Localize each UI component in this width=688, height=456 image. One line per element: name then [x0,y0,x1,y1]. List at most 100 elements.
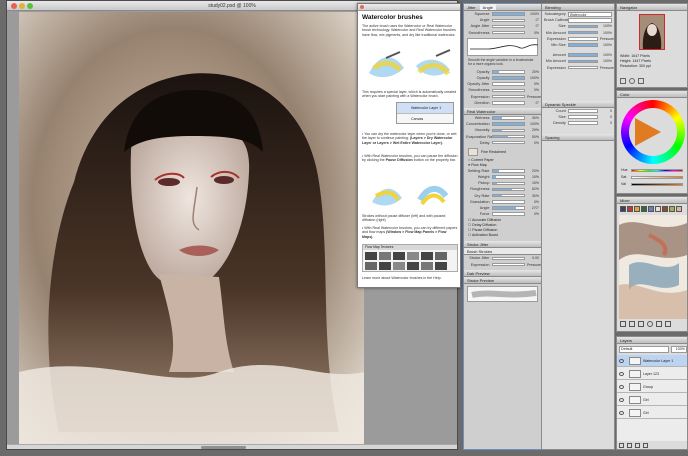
tab-brush-strokes[interactable]: Brush Strokes [464,248,541,256]
slider-value[interactable]: 50% [527,135,541,139]
slider[interactable] [491,76,525,80]
slider[interactable] [567,121,598,125]
tab-mixer[interactable]: Mixer [617,197,687,204]
grid-icon[interactable] [638,78,644,84]
slider-value[interactable]: 100% [600,59,614,63]
slider-value[interactable]: 0% [527,88,541,92]
slider-value[interactable]: Pressure [600,66,614,70]
mixer-swatch[interactable] [655,206,661,212]
mixer-pad[interactable] [619,215,687,319]
slider[interactable] [491,256,525,261]
value-slider[interactable] [631,182,683,187]
slider-value[interactable]: 100% [527,12,541,16]
mixer-swatch[interactable] [620,206,626,212]
slider-value[interactable]: 100% [527,122,541,126]
slider[interactable] [491,101,525,105]
mixer-swatch[interactable] [676,206,682,212]
slider-value[interactable]: 100% [600,53,614,57]
slider-value[interactable]: 0 [600,109,614,113]
diffusion-checkbox[interactable]: ☐ Activation Boost [468,233,537,238]
slider[interactable] [491,212,525,216]
dirty-brush-icon[interactable] [620,321,626,327]
slider[interactable] [567,24,598,29]
slider[interactable] [491,200,525,204]
slider-value[interactable]: 10% [527,175,541,179]
slider-value[interactable]: 62% [527,187,541,191]
zoom-fit-icon[interactable] [620,78,626,84]
slider-value[interactable]: 100% [527,76,541,80]
help-learn-more[interactable]: Learn more about Watercolor brushes in t… [362,276,458,280]
slider[interactable] [491,169,525,173]
clear-icon[interactable] [665,321,671,327]
mixer-swatch[interactable] [641,206,647,212]
minimize-window-button[interactable] [19,3,25,9]
delete-layer-icon[interactable] [643,443,648,448]
saturation-value-triangle[interactable] [635,118,661,146]
zoom-window-button[interactable] [27,3,33,9]
slider[interactable] [567,53,598,57]
canvas-scroll-thumb[interactable] [201,446,247,449]
slider-value[interactable]: 0% [527,31,541,35]
layer-mask-icon[interactable] [635,443,640,448]
section-stroke-preview[interactable]: Stroke Preview [464,276,541,284]
slider[interactable] [491,70,525,74]
mixer-swatch[interactable] [648,206,654,212]
navigator-thumbnail[interactable] [639,14,665,50]
section-dynamic-speckle[interactable]: Dynamic Speckle [542,100,614,108]
section-dab-preview[interactable]: Dab Preview [464,269,541,277]
slider[interactable] [491,24,525,29]
tab-color[interactable]: Color [617,91,687,98]
eye-icon[interactable] [619,398,624,402]
slider[interactable] [491,193,525,198]
new-layer-icon[interactable] [619,443,624,448]
saturation-slider[interactable] [631,175,683,180]
eye-icon[interactable] [619,359,624,363]
eye-icon[interactable] [619,372,624,376]
slider-value[interactable]: 0.00 [527,256,541,260]
slider[interactable] [491,187,525,192]
mixer-swatch[interactable] [662,206,668,212]
eye-icon[interactable] [619,411,624,415]
layer-row[interactable]: Girl [617,394,687,406]
slider-value[interactable]: 0% [527,141,541,145]
rotate-icon[interactable] [629,78,635,84]
mixer-swatch[interactable] [669,206,675,212]
slider-value[interactable]: 30% [527,116,541,120]
slider-value[interactable]: 100% [600,24,614,28]
section-spacing[interactable]: Spacing [542,134,614,142]
tab-blending[interactable]: Blending [542,4,614,11]
paper-swatch[interactable] [468,147,478,156]
apply-color-icon[interactable] [629,321,635,327]
slider[interactable] [567,43,598,47]
slider-value[interactable]: 0% [527,200,541,204]
mixer-swatch[interactable] [634,206,640,212]
mixer-swatch[interactable] [627,206,633,212]
slider[interactable] [491,134,525,139]
slider[interactable] [491,175,525,179]
slider[interactable] [491,181,525,186]
tab-navigator[interactable]: Navigator [617,4,687,11]
hue-slider[interactable] [631,168,683,173]
layer-row[interactable]: Watercolor Layer 1 [617,355,687,367]
slider-value[interactable]: 15% [527,181,541,185]
slider[interactable] [491,140,525,145]
dropdown-select[interactable] [567,17,612,23]
dropdown-select[interactable]: Watercolor [567,11,612,17]
slider-value[interactable]: 30% [527,194,541,198]
slider[interactable] [491,94,525,99]
slider-value[interactable]: 100% [600,31,614,35]
slider-value[interactable]: Pressure [527,95,541,99]
slider-value[interactable]: 0% [527,82,541,86]
slider[interactable] [491,128,525,133]
slider-value[interactable]: 0 [600,121,614,125]
slider[interactable] [491,262,525,267]
layer-row[interactable]: Group [617,381,687,393]
slider[interactable] [491,88,525,93]
slider-value[interactable]: 100% [600,43,614,47]
slider-value[interactable]: 20% [527,169,541,173]
composite-method-select[interactable]: Default [619,346,669,353]
slider-value[interactable]: 0 [600,115,614,119]
slider[interactable] [491,30,525,35]
close-window-button[interactable] [11,3,17,9]
mix-color-icon[interactable] [638,321,644,327]
